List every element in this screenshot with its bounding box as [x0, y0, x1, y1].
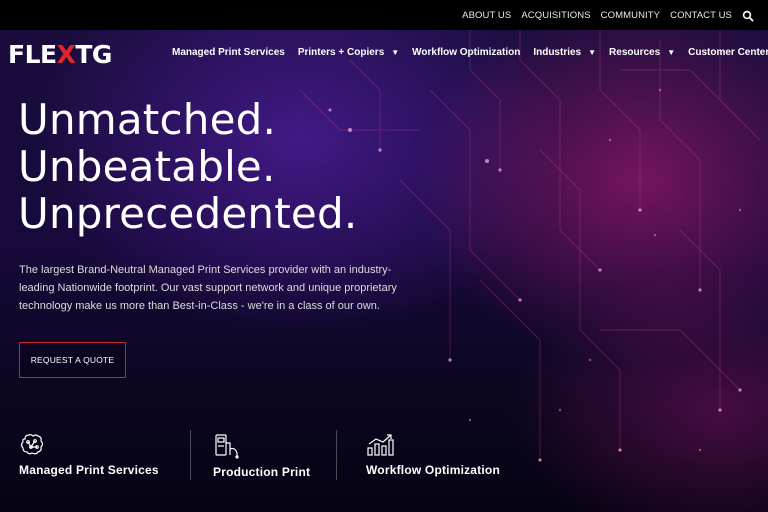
divider: [190, 430, 191, 480]
nav-label: Printers + Copiers: [297, 47, 385, 58]
flextg-logo[interactable]: FLEXTG: [8, 40, 112, 70]
request-quote-button[interactable]: REQUEST A QUOTE: [19, 342, 126, 378]
nav-label: Workflow Optimization: [412, 47, 521, 58]
utility-bar: ABOUT US ACQUISITIONS COMMUNITY CONTACT …: [0, 0, 768, 30]
logo-x: X: [56, 40, 76, 69]
nav-menu: Managed Print Services Printers + Copier…: [172, 47, 768, 58]
logo-text: TG: [75, 40, 112, 69]
divider: [336, 430, 337, 480]
main-nav: FLEXTG Managed Print Services Printers +…: [0, 30, 768, 80]
nav-label: Managed Print Services: [172, 47, 285, 58]
contact-us-link[interactable]: CONTACT US: [670, 10, 732, 21]
chart-icon: [367, 434, 394, 456]
nav-label: Customer Center: [688, 47, 768, 58]
hero-headline: Unmatched. Unbeatable. Unprecedented.: [18, 96, 357, 237]
chevron-down-icon: ▼: [391, 47, 400, 57]
about-us-link[interactable]: ABOUT US: [462, 10, 511, 21]
nav-printers-copiers[interactable]: Printers + Copiers ▼: [298, 47, 399, 58]
service-label: Managed Print Services: [19, 463, 159, 477]
acquisitions-link[interactable]: ACQUISITIONS: [521, 10, 590, 21]
chevron-down-icon: ▼: [667, 47, 676, 57]
hero-description: The largest Brand-Neutral Managed Print …: [19, 264, 397, 312]
nav-industries[interactable]: Industries ▼: [533, 47, 596, 58]
nav-managed-print-services[interactable]: Managed Print Services: [172, 47, 285, 58]
nav-label: Industries: [533, 47, 582, 58]
community-link[interactable]: COMMUNITY: [601, 10, 660, 21]
service-workflow-optimization[interactable]: Workflow Optimization: [366, 433, 500, 477]
chevron-down-icon: ▼: [588, 47, 597, 57]
headline-line: Unbeatable.: [18, 142, 276, 191]
hero-section: FLEXTG Managed Print Services Printers +…: [0, 30, 768, 512]
service-managed-print[interactable]: Managed Print Services: [19, 433, 159, 477]
headline-line: Unprecedented.: [18, 189, 358, 238]
headline-line: Unmatched.: [18, 95, 277, 144]
services-row: Managed Print Services Production Print: [0, 428, 768, 488]
printer-icon: [215, 434, 239, 459]
nav-label: Resources: [609, 47, 661, 58]
service-label: Workflow Optimization: [366, 463, 500, 477]
nav-resources[interactable]: Resources ▼: [609, 47, 675, 58]
nav-workflow-optimization[interactable]: Workflow Optimization: [412, 47, 520, 58]
service-label: Production Print: [213, 465, 311, 479]
logo-text: FLE: [8, 40, 57, 69]
service-production-print[interactable]: Production Print: [213, 433, 310, 479]
brain-icon: [20, 434, 44, 455]
nav-customer-center[interactable]: Customer Center: [688, 47, 768, 58]
search-icon[interactable]: [742, 9, 754, 22]
